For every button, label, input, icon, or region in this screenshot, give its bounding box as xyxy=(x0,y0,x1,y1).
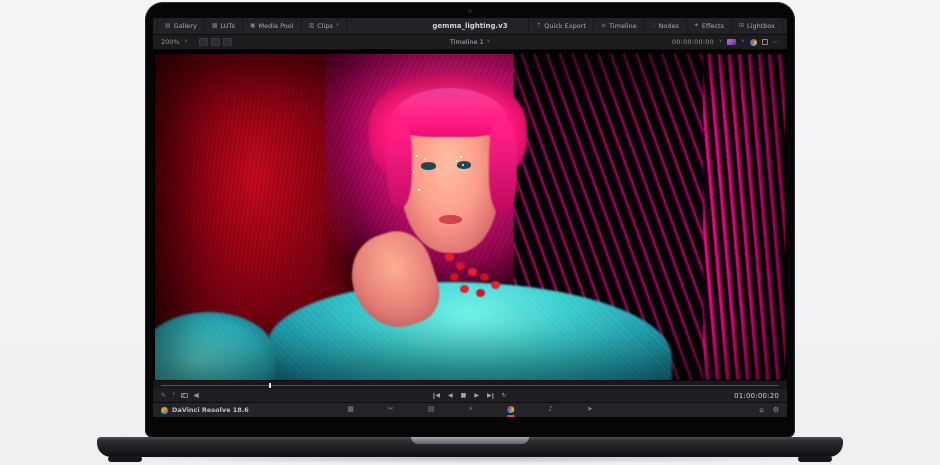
media-pool-label: Media Pool xyxy=(259,22,294,30)
thumbnail-view-icon[interactable] xyxy=(727,39,736,45)
lightbox-label: Lightbox xyxy=(747,22,775,30)
record-timecode: 01:00:00:20 xyxy=(734,392,779,400)
timeline-selector-label: Timeline 1 xyxy=(450,38,484,46)
page-tabs: ▦ ✂ ▤ ⚡ ♪ ➤ xyxy=(347,403,592,417)
gear-icon[interactable]: ⚙ xyxy=(773,406,779,414)
photo-vignette xyxy=(155,54,785,380)
more-options-icon[interactable]: ⋯ xyxy=(773,38,780,46)
laptop-lid: ▤ Gallery ▦ LUTs ▣ Media Pool ▥ Clips xyxy=(145,2,795,438)
chevron-down-icon[interactable]: ∨ xyxy=(741,40,744,45)
main-toolbar: ▤ Gallery ▦ LUTs ▣ Media Pool ▥ Clips xyxy=(153,18,787,35)
tab-fusion[interactable]: ⚡ xyxy=(468,403,473,417)
lid-notch xyxy=(411,437,529,444)
laptop-foot-left xyxy=(108,456,142,462)
viewer-mini-button-3[interactable] xyxy=(223,38,232,46)
timeline-label: Timeline xyxy=(609,22,637,30)
gallery-label: Gallery xyxy=(174,22,197,30)
lightbox-icon: ⊞ xyxy=(739,23,744,29)
lightbox-button[interactable]: ⊞ Lightbox xyxy=(732,18,783,34)
play-reverse-button[interactable]: ◀ xyxy=(448,393,453,399)
skip-to-start-button[interactable]: ◀ xyxy=(433,393,440,399)
color-page-icon xyxy=(507,406,514,413)
annotation-tool-icon[interactable]: ✎ xyxy=(161,393,166,399)
media-pool-button[interactable]: ▣ Media Pool xyxy=(243,18,302,34)
davinci-resolve-window: ▤ Gallery ▦ LUTs ▣ Media Pool ▥ Clips xyxy=(153,18,787,417)
chevron-down-icon[interactable]: ∨ xyxy=(719,40,722,45)
luts-icon: ▦ xyxy=(212,23,218,29)
quick-export-icon: ↑ xyxy=(536,23,541,29)
tab-deliver[interactable]: ➤ xyxy=(587,403,593,417)
speaker-icon[interactable] xyxy=(194,393,201,399)
toolbar-left-group: ▤ Gallery ▦ LUTs ▣ Media Pool ▥ Clips xyxy=(157,18,347,34)
laptop-foot-right xyxy=(798,456,832,462)
scrubber-track xyxy=(161,385,779,386)
expand-icon[interactable] xyxy=(762,39,768,45)
viewer-right-controls: 00:00:00:00 ∨ ∨ ⋯ xyxy=(672,38,779,46)
timeline-selector[interactable]: Timeline 1 ∨ xyxy=(450,35,490,49)
tab-color[interactable] xyxy=(507,403,514,417)
source-timecode[interactable]: 00:00:00:00 xyxy=(672,38,714,46)
viewer-canvas[interactable] xyxy=(153,50,787,380)
chevron-down-icon[interactable]: ∨ xyxy=(185,40,188,45)
luts-button[interactable]: ▦ LUTs xyxy=(205,18,243,34)
quick-export-label: Quick Export xyxy=(544,22,586,30)
transport-controls: ◀ ◀ ■ ▶ ▶ ↻ xyxy=(433,389,506,402)
home-icon[interactable]: ⌂ xyxy=(759,406,763,414)
zoom-level-value[interactable]: 200% xyxy=(161,38,180,46)
tab-fairlight[interactable]: ♪ xyxy=(548,403,552,417)
app-identity: DaVinci Resolve 18.6 xyxy=(161,406,249,414)
chevron-down-icon: ∨ xyxy=(336,24,339,29)
timeline-icon: ≡ xyxy=(601,23,606,29)
app-version-label: DaVinci Resolve 18.6 xyxy=(172,406,249,414)
stop-button[interactable]: ■ xyxy=(461,393,467,399)
viewer-mini-buttons xyxy=(199,38,232,46)
viewer-zoom-group: 200% ∨ xyxy=(161,38,232,46)
webcam-icon xyxy=(468,9,472,13)
nodes-icon: ∴ xyxy=(652,23,656,29)
transport-bar: ✎ ∨ ◀ ◀ ■ ▶ ▶ ↻ 01:00:00:20 xyxy=(153,389,787,402)
effects-button[interactable]: ✦ Effects xyxy=(687,18,732,34)
play-button[interactable]: ▶ xyxy=(474,393,479,399)
quick-export-button[interactable]: ↑ Quick Export xyxy=(528,18,594,34)
davinci-resolve-logo-icon xyxy=(161,407,168,414)
compare-icon[interactable] xyxy=(181,393,188,398)
skip-to-end-button[interactable]: ▶ xyxy=(487,393,494,399)
page-bar-right: ⌂ ⚙ xyxy=(759,406,779,414)
viewer-image xyxy=(155,54,785,380)
clips-label: Clips xyxy=(317,22,333,30)
viewer-mini-button-1[interactable] xyxy=(199,38,208,46)
gallery-icon: ▤ xyxy=(165,23,171,29)
project-title: gemma_lighting.v3 xyxy=(432,18,507,34)
tab-edit[interactable]: ▤ xyxy=(428,403,435,417)
gallery-button[interactable]: ▤ Gallery xyxy=(157,18,205,34)
page-bar: DaVinci Resolve 18.6 ▦ ✂ ▤ ⚡ ♪ ➤ ⌂ ⚙ xyxy=(153,402,787,417)
tab-cut[interactable]: ✂ xyxy=(388,403,394,417)
viewer-tools: ✎ ∨ xyxy=(161,393,201,399)
color-wheel-icon[interactable] xyxy=(750,39,757,46)
clips-button[interactable]: ▥ Clips ∨ xyxy=(302,18,348,34)
nodes-label: Nodes xyxy=(659,22,679,30)
luts-label: LUTs xyxy=(221,22,235,30)
laptop-base xyxy=(97,437,843,457)
playhead[interactable] xyxy=(269,383,271,388)
chevron-down-icon: ∨ xyxy=(487,40,490,45)
loop-button[interactable]: ↻ xyxy=(502,393,507,399)
tab-media[interactable]: ▦ xyxy=(347,403,354,417)
media-pool-icon: ▣ xyxy=(250,23,256,29)
viewer-options-bar: 200% ∨ Timeline 1 ∨ 00:00:00:00 ∨ xyxy=(153,35,787,50)
toolbar-right-group: ↑ Quick Export ≡ Timeline ∴ Nodes ✦ Effe… xyxy=(528,18,783,34)
timeline-scrubber[interactable] xyxy=(153,380,787,389)
nodes-button[interactable]: ∴ Nodes xyxy=(645,18,687,34)
desktop-background: ▤ Gallery ▦ LUTs ▣ Media Pool ▥ Clips xyxy=(0,0,940,465)
effects-icon: ✦ xyxy=(694,23,699,29)
viewer-mini-button-2[interactable] xyxy=(211,38,220,46)
clips-icon: ▥ xyxy=(309,23,315,29)
chevron-down-icon[interactable]: ∨ xyxy=(172,393,175,398)
effects-label: Effects xyxy=(702,22,724,30)
timeline-button[interactable]: ≡ Timeline xyxy=(594,18,645,34)
